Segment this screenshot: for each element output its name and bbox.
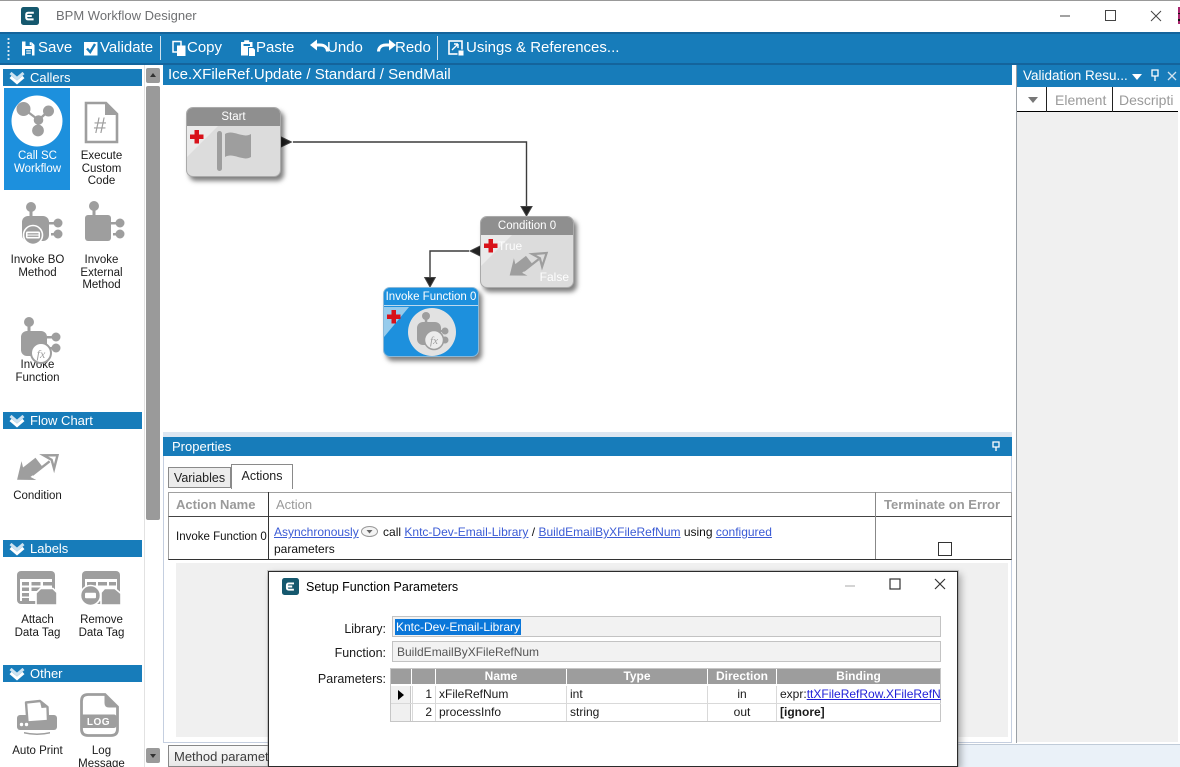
- svg-text:fx: fx: [37, 347, 46, 361]
- svg-text:#: #: [94, 113, 107, 138]
- svg-text:LOG: LOG: [87, 717, 110, 728]
- svg-text:fx: fx: [430, 335, 438, 347]
